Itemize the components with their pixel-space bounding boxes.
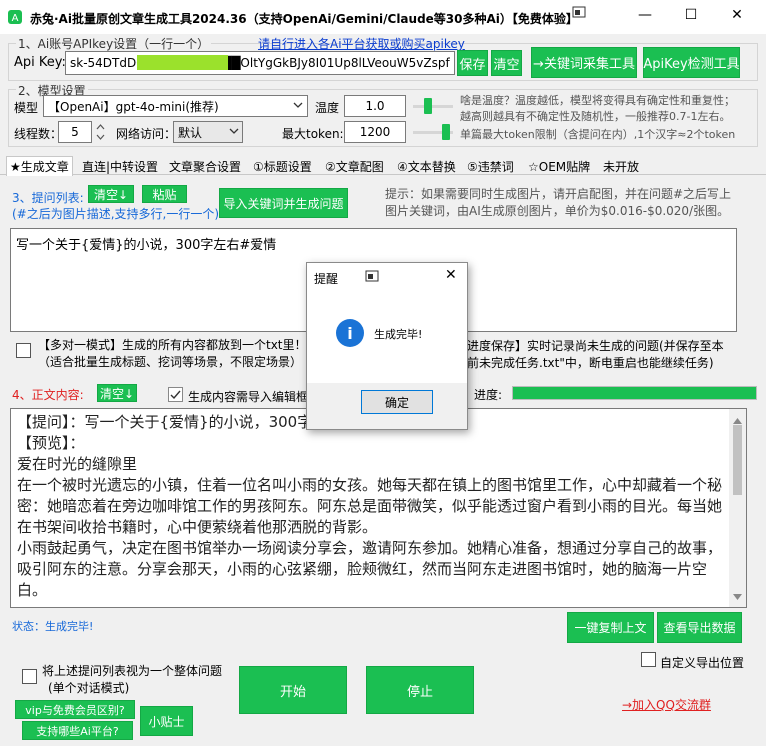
svg-text:A: A [12,13,19,24]
dialog-ok-button[interactable]: 确定 [361,390,433,414]
temperature-value: 1.0 [365,99,385,113]
threads-spinner[interactable] [94,121,107,143]
question-list-label: 3、提问列表: [12,191,84,205]
scroll-down-icon[interactable] [733,589,742,603]
tab-article-images[interactable]: ②文章配图 [325,158,384,175]
threads-input[interactable]: 5 [58,121,92,143]
custom-export-label: 自定义导出位置 [660,656,745,670]
content-text: 【提问】：写一个关于{爱情}的小说，300字左右 【预览】： 爱在时光的缝隙里 … [17,413,723,599]
status-text: 状态：生成完毕! [12,620,94,633]
tab-generate-article[interactable]: ★生成文章 [6,156,73,176]
threads-label: 线程数： [14,127,63,141]
max-token-value: 1200 [359,125,391,139]
apikey-redaction [137,55,228,70]
tab-oem[interactable]: ☆OEM贴牌 [528,158,590,175]
app-logo-icon: A [7,9,23,25]
content-label: 4、正文内容: [12,388,84,402]
tips-button[interactable]: 小贴士 [140,706,193,736]
supported-platforms-button[interactable]: 支持哪些Ai平台? [22,721,133,740]
import-keywords-button[interactable]: 导入关键词并生成问题 [219,188,348,218]
clear-questions-button[interactable]: 清空↓ [88,185,134,203]
progress-bar-fill [513,387,756,399]
import-editor-label: 生成内容需导入编辑框( [188,390,313,404]
threads-value: 5 [71,125,79,139]
dialog-message: 生成完毕! [374,328,423,341]
maximize-button[interactable]: ☐ [668,0,714,30]
window-title: 赤兔·Ai批量原创文章生成工具2024.36（支持OpenAi/Gemini/C… [30,12,578,26]
custom-export-checkbox[interactable] [641,652,656,667]
start-button[interactable]: 开始 [239,666,347,714]
multi-to-one-checkbox[interactable] [16,343,31,358]
progress-save-line2: 前未完成任务.txt"中，断电重启也能继续任务) [467,356,714,370]
progress-save-line1: 进度保存】实时记录尚未生成的问题(并保存至本 [467,339,724,353]
temperature-note-2: 越高则越具有不确定性及随机性，一般推荐0.7-1左右。 [460,110,731,123]
dialog-close-button[interactable]: ✕ [445,267,457,283]
model-label: 模型 [14,101,39,115]
apikey-check-tool-button[interactable]: ApiKey检测工具 [643,47,740,78]
tab-direct-relay[interactable]: 直连|中转设置 [82,158,158,175]
image-hint: 提示：如果需要同时生成图片，请开启配图，并在问题#之后写上图片关键词，由AI生成… [385,187,732,218]
save-apikey-button[interactable]: 保存 [457,50,488,76]
qq-group-link[interactable]: →加入QQ交流群 [622,696,711,713]
dialog-app-icon [365,269,379,286]
chevron-down-icon [292,99,304,114]
whole-question-line2: (单个对话模式) [48,681,130,695]
temperature-slider[interactable] [413,97,453,115]
vip-difference-button[interactable]: vip与免费会员区别? [15,700,135,719]
info-icon: i [336,319,364,347]
close-button[interactable]: ✕ [714,0,760,30]
paste-questions-button[interactable]: 粘贴 [142,185,187,203]
max-token-label: 最大token: [282,127,344,141]
tab-article-aggregate[interactable]: 文章聚合设置 [169,158,241,175]
whole-question-checkbox[interactable] [22,669,37,684]
scroll-thumb[interactable] [733,425,742,495]
max-token-slider-thumb[interactable] [442,124,450,140]
tab-unopened[interactable]: 未开放 [603,158,639,175]
checkmark-icon [170,390,181,400]
copy-content-button[interactable]: 一键复制上文 [567,612,654,643]
import-editor-checkbox[interactable] [168,387,183,402]
view-export-button[interactable]: 查看导出数据 [657,612,742,643]
apikey-group-label: 1、Ai账号APIkey设置（一行一个） [16,35,212,52]
multi-to-one-line1: 【多对一模式】生成的所有内容都放到一个txt里！ [38,338,307,352]
max-token-input[interactable]: 1200 [344,121,406,143]
tab-text-replace[interactable]: ④文本替换 [397,158,456,175]
minimize-button[interactable]: — [622,0,668,30]
chevron-down-icon [228,125,240,140]
whole-question-line1: 将上述提问列表视为一个整体问题 [42,664,223,678]
multi-to-one-line2: （适合批量生成标题、挖词等场景，不限定场景） [38,355,303,369]
temperature-label: 温度 [315,101,340,115]
network-label: 网络访问： [116,127,177,141]
apikey-value: sk-54DTdDCJ██████████OltYgGkBJy8I01Up8lL… [70,56,450,70]
pin-icon[interactable] [572,5,586,19]
clear-content-button[interactable]: 清空↓ [97,384,137,402]
tab-banned-words[interactable]: ⑤违禁词 [467,158,514,175]
temperature-input[interactable]: 1.0 [344,95,406,117]
max-token-slider[interactable] [413,123,453,141]
model-value: 【OpenAi】gpt-4o-mini(推荐) [48,99,219,114]
token-note: 单篇最大token限制（含提问在内）,1个汉字≈2个token [460,128,736,141]
model-select[interactable]: 【OpenAi】gpt-4o-mini(推荐) [43,95,308,117]
get-apikey-link[interactable]: 请自行进入各Ai平台获取或购买apikey [258,35,465,52]
question-text: 写一个关于{爱情}的小说，300字左右#爱情 [16,238,277,253]
keyword-collect-tool-button[interactable]: →关键词采集工具 [531,47,637,78]
temperature-slider-thumb[interactable] [424,98,432,114]
network-value: 默认 [178,125,203,140]
dialog-title: 提醒 [314,272,339,286]
apikey-label: Api Key: [14,55,66,70]
temperature-note-1: 啥是温度？温度越低，模型将变得具有确定性和重复性； [460,94,735,107]
apikey-input[interactable]: sk-54DTdDCJ██████████OltYgGkBJy8I01Up8lL… [65,51,455,75]
clear-apikey-button[interactable]: 清空 [491,50,522,76]
progress-bar [512,386,757,400]
tab-title-settings[interactable]: ①标题设置 [253,158,312,175]
stop-button[interactable]: 停止 [366,666,474,714]
completion-dialog: 提醒 ✕ i 生成完毕! 确定 [306,262,468,430]
content-textarea[interactable]: 【提问】：写一个关于{爱情}的小说，300字左右 【预览】： 爱在时光的缝隙里 … [10,408,747,608]
question-list-sublabel: (#之后为图片描述,支持多行,一行一个) [12,207,220,221]
progress-label: 进度: [474,388,503,402]
content-scrollbar[interactable] [729,409,746,607]
